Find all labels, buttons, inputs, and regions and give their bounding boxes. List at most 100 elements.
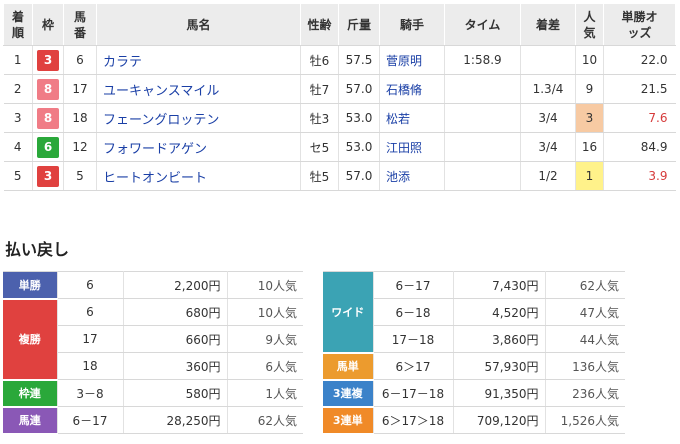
header-rank: 着順 (3, 3, 33, 46)
payout-combination: 6－18 (373, 298, 454, 326)
weight-cell: 53.0 (338, 103, 380, 133)
odds-cell: 7.6 (603, 103, 676, 133)
result-row: 3 8 18 フェーングロッテン 牡3 53.0 松若 3/4 3 7.6 (3, 103, 676, 133)
payout-combination: 18 (57, 352, 124, 380)
waku-badge: 8 (37, 107, 59, 129)
horse-name-link[interactable]: フォワードアゲン (96, 132, 301, 162)
payout-label-wakuren: 枠連 (3, 379, 58, 408)
payout-popularity: 62人気 (227, 406, 303, 434)
result-row: 5 3 5 ヒートオンビート 牡5 57.0 池添 1/2 1 3.9 (3, 161, 676, 191)
horse-name-link[interactable]: ヒートオンビート (96, 161, 301, 191)
payout-row: 単勝 6 2,200円 10人気 (3, 271, 303, 300)
horse-name-link[interactable]: カラテ (96, 45, 301, 75)
popularity-cell: 9 (575, 74, 604, 104)
waku-cell: 8 (32, 103, 64, 133)
jockey-link[interactable]: 菅原明 (379, 45, 445, 75)
payout-label-fukusho: 複勝 (3, 298, 58, 381)
weight-cell: 53.0 (338, 132, 380, 162)
jockey-link[interactable]: 松若 (379, 103, 445, 133)
payout-combination: 3－8 (57, 379, 124, 407)
sexage-cell: セ5 (300, 132, 339, 162)
header-popularity: 人気 (575, 3, 604, 46)
rank-cell: 5 (3, 161, 33, 191)
popularity-cell: 1 (575, 161, 604, 191)
result-row: 1 3 6 カラテ 牡6 57.5 菅原明 1:58.9 10 22.0 (3, 45, 676, 75)
umaban-cell: 18 (63, 103, 97, 133)
time-cell: 1:58.9 (444, 45, 521, 75)
rank-cell: 3 (3, 103, 33, 133)
payout-popularity: 236人気 (545, 379, 625, 407)
payout-row: 枠連 3－8 580円 1人気 (3, 379, 303, 408)
payout-row: 3連単 6＞17＞18 709,120円 1,526人気 (323, 406, 625, 435)
odds-cell: 84.9 (603, 132, 676, 162)
jockey-link[interactable]: 池添 (379, 161, 445, 191)
popularity-cell: 16 (575, 132, 604, 162)
waku-cell: 6 (32, 132, 64, 162)
results-header-row: 着順 枠 馬番 馬名 性齢 斤量 騎手 タイム 着差 人気 単勝オッズ (3, 3, 676, 46)
margin-cell (520, 45, 576, 75)
payout-row: 3連複 6－17－18 91,350円 236人気 (323, 379, 625, 408)
payout-combination: 6－17 (57, 406, 124, 434)
header-weight: 斤量 (338, 3, 380, 46)
margin-cell: 3/4 (520, 103, 576, 133)
payout-label-sanrenpuku: 3連複 (323, 379, 374, 408)
rank-cell: 2 (3, 74, 33, 104)
payout-row: 複勝 6 680円 10人気 (3, 298, 303, 381)
payout-amount: 91,350円 (453, 379, 546, 407)
payout-label-wide: ワイド (323, 271, 374, 354)
umaban-cell: 5 (63, 161, 97, 191)
payout-combination: 6 (57, 298, 124, 326)
waku-badge: 6 (37, 136, 59, 158)
header-sexage: 性齢 (300, 3, 339, 46)
payout-popularity: 6人気 (227, 352, 303, 380)
rank-cell: 1 (3, 45, 33, 75)
payout-amount: 580円 (123, 379, 228, 407)
waku-cell: 3 (32, 45, 64, 75)
payout-amount: 680円 (123, 298, 228, 326)
margin-cell: 1/2 (520, 161, 576, 191)
waku-badge: 3 (37, 49, 59, 71)
payout-label-tansho: 単勝 (3, 271, 58, 300)
odds-cell: 3.9 (603, 161, 676, 191)
weight-cell: 57.5 (338, 45, 380, 75)
waku-badge: 8 (37, 78, 59, 100)
sexage-cell: 牡5 (300, 161, 339, 191)
payout-combination: 17 (57, 325, 124, 353)
payout-amount: 3,860円 (453, 325, 546, 353)
payout-amount: 57,930円 (453, 352, 546, 380)
payout-combination: 6－17－18 (373, 379, 454, 407)
payout-combination: 6＞17 (373, 352, 454, 380)
payout-amount: 709,120円 (453, 406, 546, 434)
waku-badge: 3 (37, 165, 59, 187)
umaban-cell: 6 (63, 45, 97, 75)
waku-cell: 3 (32, 161, 64, 191)
payout-combination: 6＞17＞18 (373, 406, 454, 434)
payout-popularity: 1,526人気 (545, 406, 625, 434)
payout-combination: 6－17 (373, 271, 454, 299)
payout-row: ワイド 6－17 7,430円 62人気 (323, 271, 625, 354)
jockey-link[interactable]: 石橋脩 (379, 74, 445, 104)
payout-popularity: 44人気 (545, 325, 625, 353)
time-cell (444, 132, 521, 162)
umaban-cell: 17 (63, 74, 97, 104)
header-odds: 単勝オッズ (603, 3, 676, 46)
header-jockey: 騎手 (379, 3, 445, 46)
payout-popularity: 1人気 (227, 379, 303, 407)
horse-name-link[interactable]: ユーキャンスマイル (96, 74, 301, 104)
sexage-cell: 牡3 (300, 103, 339, 133)
payout-popularity: 10人気 (227, 298, 303, 326)
payout-row: 馬連 6－17 28,250円 62人気 (3, 406, 303, 435)
popularity-cell: 10 (575, 45, 604, 75)
margin-cell: 1.3/4 (520, 74, 576, 104)
horse-name-link[interactable]: フェーングロッテン (96, 103, 301, 133)
margin-cell: 3/4 (520, 132, 576, 162)
umaban-cell: 12 (63, 132, 97, 162)
jockey-link[interactable]: 江田照 (379, 132, 445, 162)
payout-table-right: ワイド 6－17 7,430円 62人気 6－18 4,520円 47人気 17… (323, 271, 625, 435)
payout-amount: 4,520円 (453, 298, 546, 326)
header-margin: 着差 (520, 3, 576, 46)
result-row: 2 8 17 ユーキャンスマイル 牡7 57.0 石橋脩 1.3/4 9 21.… (3, 74, 676, 104)
payout-popularity: 136人気 (545, 352, 625, 380)
payout-popularity: 9人気 (227, 325, 303, 353)
result-row: 4 6 12 フォワードアゲン セ5 53.0 江田照 3/4 16 84.9 (3, 132, 676, 162)
